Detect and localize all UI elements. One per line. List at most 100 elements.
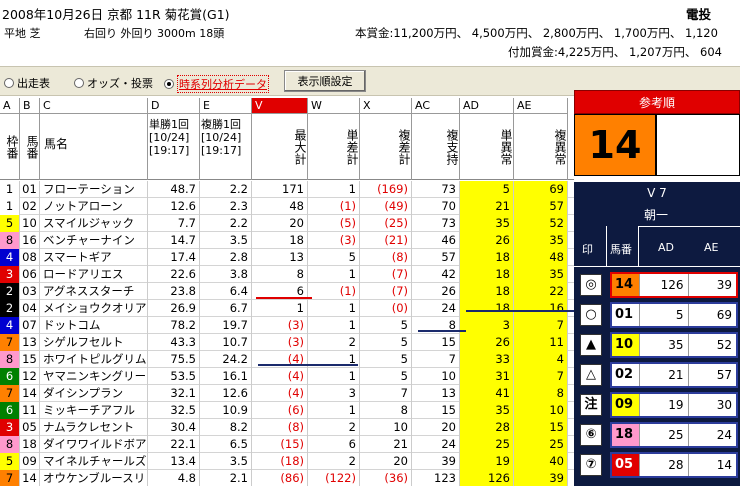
- table-row[interactable]: 6 11 ミッキーチアフル 32.5 10.9 (6) 1 8 15 35 10: [0, 402, 574, 419]
- place-support-cell: 24: [412, 300, 460, 317]
- bonus-money: 付加賞金:4,225万円、 1,207万円、 604: [508, 45, 722, 59]
- win-diff-cell: 1: [308, 317, 360, 334]
- column-header: 馬番: [20, 114, 40, 180]
- pick-row[interactable]: ▲ 10 35 52: [574, 330, 740, 358]
- table-row[interactable]: 7 14 オウケンブルースリ 4.8 2.1 (86) (122) (36) 123 126 39: [0, 470, 574, 486]
- column-letter: X: [360, 98, 412, 114]
- place-diff-cell: 5: [360, 351, 412, 368]
- place-diff-cell: 5: [360, 317, 412, 334]
- horse-name-cell: シゲルフセルト: [40, 334, 148, 351]
- table-row[interactable]: 1 01 フローテーション 48.7 2.2 171 1 (169) 73 5 69: [0, 181, 574, 198]
- column-letter: V: [252, 98, 308, 114]
- table-row[interactable]: 7 14 ダイシンプラン 32.1 12.6 (4) 3 7 13 41 8: [0, 385, 574, 402]
- win-anomaly-cell: 35: [460, 402, 514, 419]
- table-row[interactable]: 7 13 シゲルフセルト 43.3 10.7 (3) 2 5 15 26 11: [0, 334, 574, 351]
- course-surface: 平地 芝: [4, 27, 41, 40]
- radio-entry-table[interactable]: 出走表: [4, 75, 50, 91]
- horse-name-cell: スマートギア: [40, 249, 148, 266]
- win-anomaly-cell: 35: [460, 215, 514, 232]
- table-row[interactable]: 4 07 ドットコム 78.2 19.7 (3) 1 5 8 3 7: [0, 317, 574, 334]
- win-anomaly-cell: 33: [460, 351, 514, 368]
- divider: [606, 226, 607, 266]
- place-support-cell: 10: [412, 368, 460, 385]
- table-row[interactable]: 3 06 ロードアリエス 22.6 3.8 8 1 (7) 42 18 35: [0, 266, 574, 283]
- divider: [638, 226, 639, 266]
- pick-ae: 52: [716, 338, 732, 352]
- win-odds-cell: 13.4: [148, 453, 200, 470]
- place-diff-cell: 21: [360, 436, 412, 453]
- pick-values: 18 25 24: [610, 422, 738, 448]
- horse-name-cell: ドットコム: [40, 317, 148, 334]
- radio-label: オッズ・投票: [87, 77, 153, 90]
- divider: [638, 226, 740, 227]
- table-row[interactable]: 4 08 スマートギア 17.4 2.8 13 5 (8) 57 18 48: [0, 249, 574, 266]
- pick-row[interactable]: 注 09 19 30: [574, 390, 740, 418]
- table-row[interactable]: 5 09 マイネルチャールズ 13.4 3.5 (18) 2 20 39 19 40: [0, 453, 574, 470]
- horse-number-cell: 07: [20, 317, 40, 334]
- pick-row[interactable]: ◎ 14 126 39: [574, 270, 740, 298]
- place-diff-cell: (8): [360, 249, 412, 266]
- pick-mark: ▲: [580, 334, 602, 356]
- column-header: 複支持: [412, 114, 460, 180]
- pick-mark: ⑦: [580, 454, 602, 476]
- place-support-cell: 15: [412, 402, 460, 419]
- horse-number-cell: 11: [20, 402, 40, 419]
- place-anomaly-cell: 7: [514, 368, 568, 385]
- horse-name-cell: ロードアリエス: [40, 266, 148, 283]
- table-row[interactable]: 8 16 ベンチャーナイン 14.7 3.5 18 (3) (21) 46 26 35: [0, 232, 574, 249]
- place-anomaly-cell: 52: [514, 215, 568, 232]
- win-odds-cell: 22.1: [148, 436, 200, 453]
- place-diff-cell: (169): [360, 181, 412, 198]
- display-order-button[interactable]: 表示順設定: [284, 70, 366, 92]
- pick-horse-number: 18: [612, 424, 640, 446]
- win-diff-cell: 2: [308, 453, 360, 470]
- table-row[interactable]: 5 10 スマイルジャック 7.7 2.2 20 (5) (25) 73 35 52: [0, 215, 574, 232]
- place-support-cell: 26: [412, 283, 460, 300]
- pick-ae: 30: [716, 398, 732, 412]
- radio-odds-betting[interactable]: オッズ・投票: [74, 75, 153, 91]
- table-row[interactable]: 6 12 ヤマニンキングリー 53.5 16.1 (4) 1 5 10 31 7: [0, 368, 574, 385]
- pick-ad: 25: [640, 424, 689, 446]
- horse-name-cell: スマイルジャック: [40, 215, 148, 232]
- table-row[interactable]: 8 15 ホワイトピルグリム 75.5 24.2 (4) 1 5 7 33 4: [0, 351, 574, 368]
- radio-label: 時系列分析データ: [177, 75, 269, 93]
- place-anomaly-cell: 57: [514, 198, 568, 215]
- place-support-cell: 46: [412, 232, 460, 249]
- table-row[interactable]: 2 04 メイショウクオリア 26.9 6.7 1 1 (0) 24 18 16: [0, 300, 574, 317]
- win-diff-cell: 1: [308, 351, 360, 368]
- max-total-cell: (4): [252, 368, 308, 385]
- horse-name-cell: ヤマニンキングリー: [40, 368, 148, 385]
- win-anomaly-cell: 18: [460, 249, 514, 266]
- table-row[interactable]: 1 02 ノットアローン 12.6 2.3 48 (1) (49) 70 21 57: [0, 198, 574, 215]
- pick-values: 02 21 57: [610, 362, 738, 388]
- pick-row[interactable]: ⑥ 18 25 24: [574, 420, 740, 448]
- pick-row[interactable]: ⑦ 05 28 14: [574, 450, 740, 478]
- place-support-cell: 39: [412, 453, 460, 470]
- table-row[interactable]: 3 05 ナムラクレセント 30.4 8.2 (8) 2 10 20 28 15: [0, 419, 574, 436]
- table-row[interactable]: 2 03 アグネススターチ 23.8 6.4 6 (1) (7) 26 18 22: [0, 283, 574, 300]
- radio-dot[interactable]: [74, 78, 84, 88]
- radio-time-series[interactable]: 時系列分析データ: [164, 75, 269, 93]
- place-anomaly-cell: 40: [514, 453, 568, 470]
- column-letter: E: [200, 98, 252, 114]
- radio-dot[interactable]: [4, 78, 14, 88]
- pick-mark: ○: [580, 304, 602, 326]
- pick-ad: 5: [640, 304, 689, 326]
- win-diff-cell: 5: [308, 249, 360, 266]
- radio-dot-selected[interactable]: [164, 79, 174, 89]
- place-anomaly-cell: 11: [514, 334, 568, 351]
- win-odds-cell: 26.9: [148, 300, 200, 317]
- win-anomaly-cell: 28: [460, 419, 514, 436]
- horse-number-cell: 08: [20, 249, 40, 266]
- pick-row[interactable]: △ 02 21 57: [574, 360, 740, 388]
- pick-row[interactable]: ○ 01 5 69: [574, 300, 740, 328]
- max-total-cell: (8): [252, 419, 308, 436]
- place-odds-cell: 6.7: [200, 300, 252, 317]
- place-anomaly-cell: 22: [514, 283, 568, 300]
- waku-cell: 4: [0, 317, 20, 334]
- place-odds-cell: 2.2: [200, 181, 252, 198]
- horse-name-cell: メイショウクオリア: [40, 300, 148, 317]
- win-diff-cell: 2: [308, 334, 360, 351]
- place-anomaly-cell: 35: [514, 232, 568, 249]
- table-row[interactable]: 8 18 ダイワワイルドボア 22.1 6.5 (15) 6 21 24 25 25: [0, 436, 574, 453]
